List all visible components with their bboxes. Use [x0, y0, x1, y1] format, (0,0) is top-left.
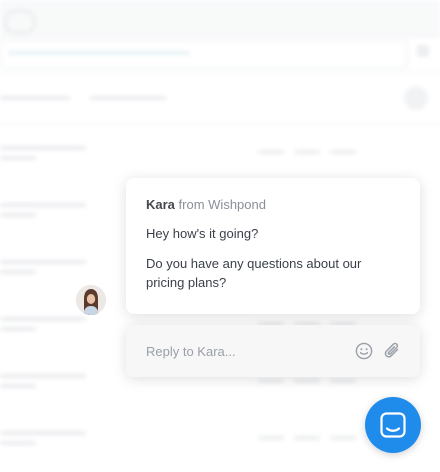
reply-input[interactable] [142, 339, 350, 363]
smiley-face-icon[interactable] [354, 341, 374, 361]
background-address-text [8, 51, 190, 55]
chat-bubble-icon [380, 412, 406, 438]
message-sender: Kara from Wishpond [146, 196, 400, 214]
sender-organization: from Wishpond [178, 197, 266, 212]
background-dash [294, 436, 320, 440]
agent-avatar [76, 285, 106, 315]
background-text-line [0, 374, 86, 378]
background-text-line [0, 146, 86, 150]
background-text-line [90, 96, 166, 100]
background-text-line [0, 270, 36, 274]
background-divider [0, 123, 440, 124]
background-dash [294, 150, 320, 154]
background-text-line [0, 156, 36, 160]
background-text-line [0, 260, 86, 264]
background-text-line [0, 431, 86, 435]
messenger-launcher-button[interactable] [365, 397, 421, 453]
background-text-line [0, 384, 36, 388]
paperclip-icon[interactable] [382, 340, 404, 362]
background-dash [294, 379, 320, 383]
sender-name: Kara [146, 197, 175, 212]
background-text-line [0, 441, 36, 445]
background-logo [4, 10, 36, 34]
background-dash [258, 436, 284, 440]
background-text-line [0, 213, 36, 217]
background-text-line [0, 96, 70, 100]
chat-message-card[interactable]: Kara from Wishpond Hey how's it going? D… [126, 178, 420, 314]
background-dash [258, 150, 284, 154]
background-text-line [0, 317, 86, 321]
background-menu-icon [417, 46, 429, 48]
background-text-line [0, 327, 36, 331]
background-dash [330, 379, 356, 383]
background-header [0, 0, 440, 37]
avatar-portrait-icon [76, 285, 106, 315]
message-text: Hey how's it going? [146, 226, 259, 241]
background-divider [0, 72, 440, 73]
background-dash [258, 379, 284, 383]
background-dash [330, 436, 356, 440]
reply-composer [126, 325, 420, 377]
message-text: Do you have any questions about our pric… [146, 256, 362, 290]
background-text-line [0, 203, 86, 207]
background-avatar [404, 86, 428, 110]
background-dash [330, 150, 356, 154]
